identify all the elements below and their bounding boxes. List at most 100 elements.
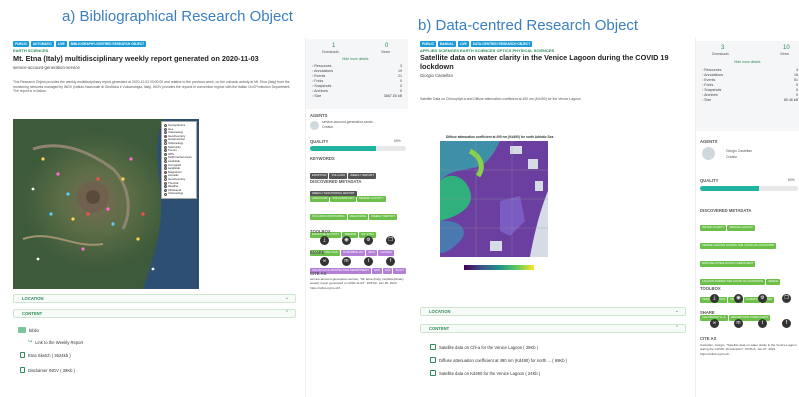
type-badge: LIVE — [457, 41, 469, 47]
metadata-tag[interactable]: VENICE — [765, 279, 781, 285]
quality-value: 69% — [394, 139, 401, 143]
cite-as-heading: CITE AS — [700, 336, 717, 341]
content-file-chla[interactable]: Satellite data on Chl-a for the Venice L… — [430, 344, 538, 350]
left-author[interactable]: service-account-generation-service — [13, 65, 80, 71]
metadata-tag[interactable]: WEEKLY REPORT — [369, 214, 398, 220]
agent-name[interactable]: service-account-generation-servic... — [322, 120, 408, 125]
right-description: Satellite Data on Chlorophyll-a and Diff… — [420, 97, 581, 101]
right-sidebar: 3 Downloads 10 Views Hide more details ▫… — [695, 37, 799, 397]
kd490-map[interactable]: Diffuse attenuation coefficient at 490 n… — [434, 133, 553, 275]
chevron-up-icon: ⌃ — [674, 325, 679, 331]
hide-more-details-link[interactable]: Hide more details — [342, 57, 368, 62]
copy-icon[interactable]: ❐ — [386, 236, 395, 245]
metadata-tag[interactable]: INGV — [366, 250, 378, 256]
stat-label: ▫ Size — [312, 94, 322, 98]
left-badges: PUBLIC AUTOMATIC LIVE BIBLIOGRAPHY-CENTRED … — [13, 41, 147, 47]
content-folder-biblio[interactable]: biblio — [18, 327, 39, 333]
rss-icon[interactable]: ◉ — [342, 236, 351, 245]
left-research-object: PUBLIC AUTOMATIC LIVE BIBLIOGRAPHY-CENTRED … — [0, 37, 300, 397]
kd490-colorbar — [464, 265, 534, 270]
settings-icon[interactable]: ⚙ — [758, 294, 767, 303]
facebook-icon[interactable]: f — [386, 257, 395, 266]
metadata-tag[interactable]: STROMBOLIAN — [341, 250, 366, 256]
toolbox-heading: TOOLBOX — [310, 229, 331, 234]
chevron-up-icon: ⌃ — [284, 310, 289, 316]
metadata-tag[interactable]: VENICE LAGOON DURING THE COVID 19 LOCKDO… — [700, 243, 777, 249]
file-icon — [20, 352, 25, 358]
hide-more-details-link[interactable]: Hide more details — [734, 60, 760, 65]
content-file-kd490-venice[interactable]: Satellite data on Kd490 for the Venice L… — [430, 370, 540, 376]
content-label: CONTENT — [429, 326, 450, 331]
download-icon[interactable]: ⤓ — [320, 236, 329, 245]
agents-heading: AGENTS — [310, 113, 328, 118]
link-icon: ↪ — [28, 339, 33, 345]
metadata-tag[interactable]: VENICE LAGOON — [727, 225, 755, 231]
copy-icon[interactable]: ❐ — [782, 294, 791, 303]
keyword-tag[interactable]: VOLCANO — [329, 173, 348, 179]
downloads-count: 1 — [332, 43, 336, 49]
right-author[interactable]: Giorgio Castellan — [420, 73, 453, 79]
content-section-toggle[interactable]: CONTENT ⌃ — [13, 309, 296, 318]
share-icons: ∞ m t f — [710, 319, 791, 328]
content-link-weekly-report[interactable]: ↪ Link to the Weekly Report — [28, 339, 83, 345]
location-section-toggle[interactable]: LOCATION ⌄ — [420, 307, 686, 316]
etna-map[interactable]: Geodynamics Geo Volcanology Geochemistry Gra… — [13, 119, 199, 289]
toolbox-icons: ⤓ ◉ ⚙ ❐ — [710, 294, 791, 303]
heading-bibliographical: a) Bibliographical Research Object — [62, 8, 293, 25]
twitter-icon[interactable]: t — [364, 257, 373, 266]
views-count: 10 — [783, 45, 790, 51]
legend-label: Volcanology — [168, 191, 184, 196]
content-section-toggle[interactable]: CONTENT ⌃ — [420, 324, 686, 333]
location-label: LOCATION — [429, 309, 451, 314]
content-file-etna-sketch[interactable]: Etna Sketch ( 3624kb ) — [20, 352, 71, 358]
mastodon-icon[interactable]: m — [734, 319, 743, 328]
settings-icon[interactable]: ⚙ — [364, 236, 373, 245]
share-link-icon[interactable]: ∞ — [710, 319, 719, 328]
metadata-tag[interactable]: SEISMIC ACTIVITY — [356, 196, 386, 202]
left-title: Mt. Etna (Italy) multidisciplinary weekl… — [13, 54, 259, 63]
agent-role: Creator — [322, 125, 334, 129]
keyword-tag[interactable]: ERUPTION — [310, 173, 329, 179]
metadata-tag[interactable]: LAGOON DURING THE COVID 19 LOCKDOWN — [700, 279, 765, 285]
twitter-icon[interactable]: t — [758, 319, 767, 328]
legend-marker-icon — [164, 192, 167, 196]
kd490-map-image — [440, 141, 548, 257]
content-file-kd490-north[interactable]: Diffuse attenuation coefficient at 490 n… — [430, 357, 567, 363]
metadata-tag[interactable]: SICILY — [393, 268, 407, 274]
agent-role: Creator — [726, 155, 738, 159]
agent-name[interactable]: Giorgio Castellan — [726, 149, 752, 154]
stat-value: 85.46 kB — [783, 98, 798, 102]
metadata-tag[interactable]: CATANIA — [378, 250, 394, 256]
location-section-toggle[interactable]: LOCATION ⌄ — [13, 294, 296, 303]
folder-name: biblio — [29, 327, 39, 333]
metadata-tag[interactable]: WATER CLARITY — [700, 225, 727, 231]
mastodon-icon[interactable]: m — [342, 257, 351, 266]
downloads-label: Downloads — [322, 50, 339, 54]
folder-icon — [18, 327, 26, 333]
right-research-object: PUBLIC MANUAL LIVE DATA-CENTRED RESEARCH OB… — [418, 37, 688, 397]
cite-as-heading: CITE AS — [310, 271, 327, 276]
quality-value: 60% — [788, 178, 795, 182]
metadata-tag[interactable]: GPS — [371, 268, 382, 274]
download-icon[interactable]: ⤓ — [710, 294, 719, 303]
type-badge: PUBLIC — [13, 41, 29, 47]
views-label: Views — [780, 52, 789, 56]
metadata-tag[interactable]: DEGASSING — [347, 214, 369, 220]
share-link-icon[interactable]: ∞ — [320, 257, 329, 266]
metadata-tag[interactable]: DIFFUSE ATTENUATION COEFFICIENT — [700, 261, 756, 267]
quality-bar-fill — [700, 186, 759, 191]
avatar — [702, 147, 715, 160]
metadata-tag[interactable]: LAVA FLOW — [310, 196, 330, 202]
quality-bar — [700, 186, 798, 191]
facebook-icon[interactable]: f — [782, 319, 791, 328]
keywords-heading: KEYWORDS — [310, 156, 335, 161]
metadata-tag[interactable]: VOLCANOLOGY — [330, 196, 356, 202]
content-file-disclaimer[interactable]: Disclaimer INGV ( 39Kb ) — [20, 367, 75, 373]
legend-marker-icon — [164, 145, 167, 149]
keyword-tag[interactable]: WEEKLY REPORT — [348, 173, 376, 179]
discovered-metadata-list: WATER CLARITY VENICE LAGOON VENICE LAGOON … — [700, 215, 798, 323]
dataset-icon — [430, 357, 436, 363]
metadata-tag[interactable]: SO2 — [382, 268, 393, 274]
rss-icon[interactable]: ◉ — [734, 294, 743, 303]
metadata-tag[interactable]: VOLCANO MONITORING — [310, 214, 347, 220]
